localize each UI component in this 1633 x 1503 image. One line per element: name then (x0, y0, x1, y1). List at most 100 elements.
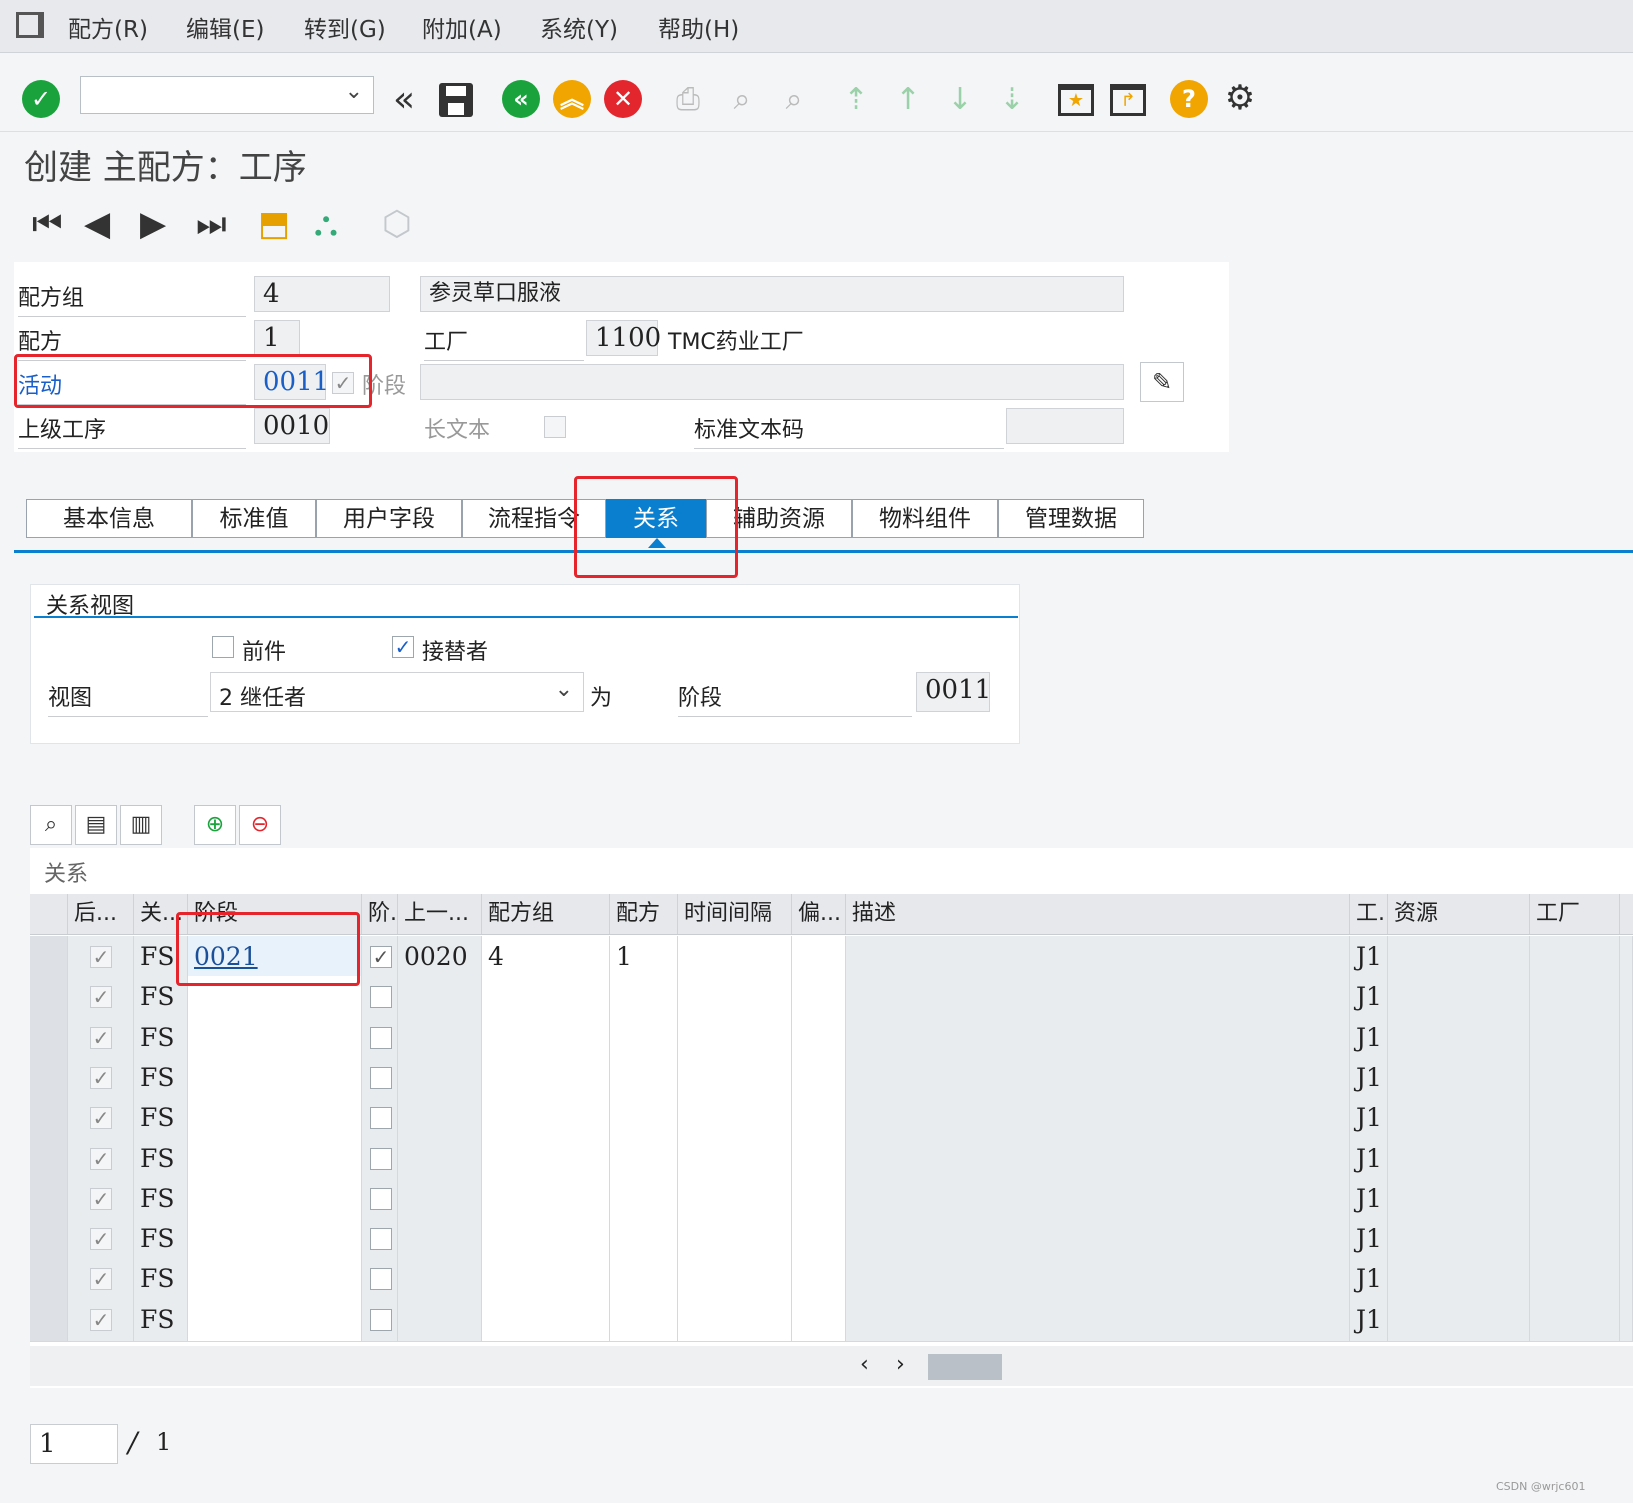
recipe-group-cell[interactable] (482, 1137, 610, 1180)
recipe-group-cell[interactable] (482, 1016, 610, 1059)
table-row[interactable]: ✓ FS J1 (30, 1218, 1633, 1262)
row-selector[interactable] (30, 1056, 68, 1099)
row-selector[interactable] (30, 1258, 68, 1301)
table-cell[interactable] (792, 1177, 846, 1220)
phase-flag-checkbox[interactable] (362, 1298, 398, 1341)
recipe-group-cell[interactable] (482, 1218, 610, 1261)
first-record-icon[interactable]: ⏮ (32, 204, 63, 244)
table-cell[interactable] (792, 1097, 846, 1140)
phase-flag-check[interactable] (370, 1187, 392, 1210)
menu-goto[interactable]: 转到(G) (304, 10, 386, 44)
recipe-group-cell[interactable] (482, 1177, 610, 1220)
table-cell[interactable] (678, 1298, 792, 1341)
phase-flag-check[interactable] (370, 1147, 392, 1170)
phase-flag-checkbox[interactable] (362, 1056, 398, 1099)
table-row[interactable]: ✓ FS J1 (30, 1177, 1633, 1221)
col-recipe-group[interactable]: 配方组 (482, 894, 610, 934)
row-selector[interactable] (30, 1016, 68, 1059)
edit-pencil-icon[interactable]: ✎ (1140, 362, 1184, 402)
up-icon[interactable]: ︽ (553, 80, 591, 118)
command-field[interactable]: ⌄ (80, 76, 374, 114)
phase-flag-check[interactable] (370, 1268, 392, 1291)
new-session-icon[interactable]: ★ (1056, 80, 1096, 120)
table-cell[interactable] (678, 1016, 792, 1059)
row-selector[interactable] (30, 936, 68, 978)
phase-flag-checkbox[interactable] (362, 1137, 398, 1180)
help-icon[interactable]: ? (1170, 80, 1208, 118)
phase-flag-check[interactable]: ✓ (370, 946, 392, 968)
col-time-interval[interactable]: 时间间隔 (678, 894, 792, 934)
recipe-group-cell[interactable] (482, 976, 610, 1019)
recipe-group-cell[interactable] (482, 1056, 610, 1099)
table-row[interactable]: ✓ FS J1 (30, 1097, 1633, 1141)
tab-standard-values[interactable]: 标准值 (192, 499, 316, 538)
col-description[interactable]: 描述 (846, 894, 1350, 934)
col-plant[interactable]: 工厂 (1530, 894, 1620, 934)
hierarchy-icon[interactable]: ⛬ (314, 204, 338, 244)
chevron-down-icon[interactable]: ⌄ (345, 79, 363, 104)
table-cell[interactable] (678, 1137, 792, 1180)
table-cell[interactable] (792, 1016, 846, 1059)
recipe-cell[interactable] (610, 1177, 678, 1220)
phase-flag-checkbox[interactable] (362, 1177, 398, 1220)
menu-recipe[interactable]: 配方(R) (68, 10, 148, 44)
recipe-group-cell[interactable] (482, 1298, 610, 1341)
table-cell[interactable] (678, 1056, 792, 1099)
menu-extras[interactable]: 附加(A) (422, 10, 502, 44)
table-cell[interactable] (792, 1218, 846, 1261)
phase-flag-check[interactable] (370, 1107, 392, 1130)
recipe-cell[interactable] (610, 1016, 678, 1059)
phase-cell[interactable] (188, 1137, 362, 1180)
deselect-all-icon[interactable]: ▥ (120, 805, 162, 845)
phase-cell[interactable] (188, 1016, 362, 1059)
delete-row-icon[interactable]: ⊖ (239, 805, 281, 845)
table-cell[interactable] (678, 1258, 792, 1301)
col-work-center[interactable]: 工. (1350, 894, 1388, 934)
recipe-cell[interactable] (610, 1298, 678, 1341)
phase-flag-check[interactable] (370, 1066, 392, 1089)
recipe-cell[interactable] (610, 1056, 678, 1099)
table-row[interactable]: ✓ FS J1 (30, 1298, 1633, 1342)
phase-flag-check[interactable] (370, 986, 392, 1009)
recipe-group-cell[interactable] (482, 1258, 610, 1301)
phase-cell[interactable] (188, 1056, 362, 1099)
cancel-icon[interactable]: ✕ (604, 80, 642, 118)
scroll-right-icon[interactable]: › (896, 1352, 905, 1377)
col-successor[interactable]: 后... (68, 894, 134, 934)
chevron-down-icon[interactable]: ⌄ (555, 677, 573, 702)
recipe-cell[interactable] (610, 976, 678, 1019)
col-superior[interactable]: 上一... (398, 894, 482, 934)
tab-basic-data[interactable]: 基本信息 (26, 499, 192, 538)
last-record-icon[interactable]: ⏭ (196, 204, 227, 244)
recipe-cell[interactable] (610, 1137, 678, 1180)
table-cell[interactable] (678, 936, 792, 978)
table-cell[interactable] (792, 1258, 846, 1301)
col-resource[interactable]: 资源 (1388, 894, 1530, 934)
horizontal-scrollbar[interactable]: ‹ › (30, 1346, 1633, 1386)
table-cell[interactable] (792, 1137, 846, 1180)
select-all-icon[interactable]: ▤ (75, 805, 117, 845)
table-row[interactable]: ✓ FS J1 (30, 1056, 1633, 1100)
view-dropdown[interactable]: 2 继任者 ⌄ (210, 672, 584, 712)
tab-administrative-data[interactable]: 管理数据 (998, 499, 1144, 538)
menu-system[interactable]: 系统(Y) (540, 10, 618, 44)
recipe-cell[interactable] (610, 1218, 678, 1261)
row-selector[interactable] (30, 1137, 68, 1180)
predecessor-checkbox[interactable] (212, 636, 234, 658)
table-cell[interactable] (678, 976, 792, 1019)
previous-record-icon[interactable]: ◀ (84, 204, 110, 244)
phase-cell[interactable] (188, 1298, 362, 1341)
check-icon[interactable]: ✓ (22, 80, 60, 118)
phase-cell[interactable] (188, 1218, 362, 1261)
table-cell[interactable] (792, 936, 846, 978)
row-selector[interactable] (30, 1097, 68, 1140)
settings-icon[interactable]: ⚙ (1220, 78, 1260, 118)
table-cell[interactable] (678, 1097, 792, 1140)
table-cell[interactable] (792, 976, 846, 1019)
recipe-cell[interactable] (610, 1097, 678, 1140)
recipe-group-cell[interactable]: 4 (482, 936, 610, 978)
table-row[interactable]: ✓ FS J1 (30, 1258, 1633, 1302)
phase-flag-checkbox[interactable] (362, 1218, 398, 1261)
shortcut-icon[interactable]: ↱ (1108, 80, 1148, 120)
next-record-icon[interactable]: ▶ (140, 204, 166, 244)
